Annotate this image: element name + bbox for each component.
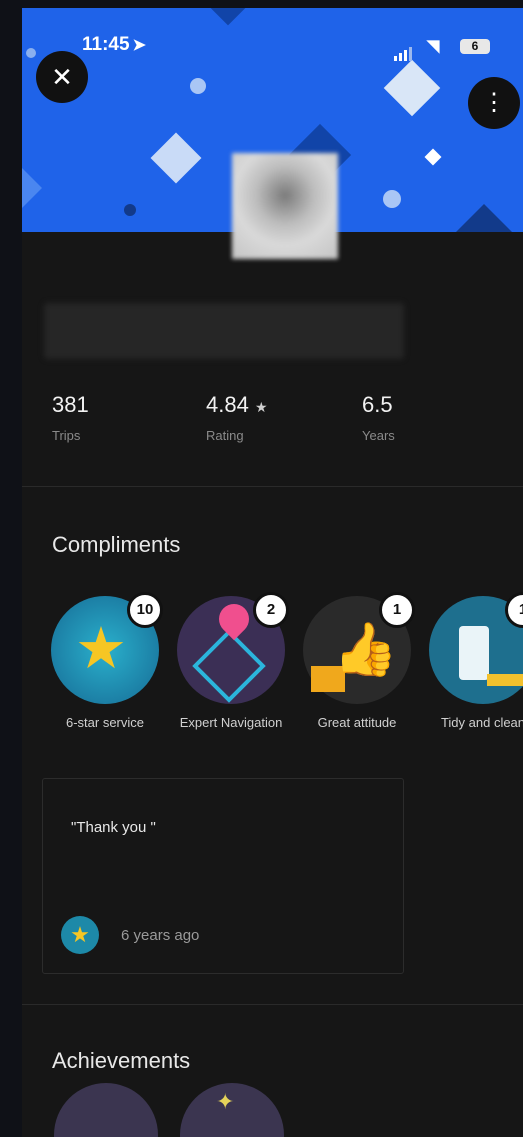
profile-screen: 11:45 ➤ ◥ 6 ✕ ⋮ 381 Trips 4.84 ★ Rating 6… xyxy=(22,8,523,1137)
more-vertical-icon: ⋮ xyxy=(482,89,506,116)
compliment-label: 6-star service xyxy=(65,715,145,730)
sparkle-icon: ✦ xyxy=(216,1089,235,1114)
divider xyxy=(22,486,523,487)
compliment-count: 2 xyxy=(253,592,289,628)
signal-icon xyxy=(394,39,414,61)
compliment-tidy-and-clean[interactable]: 1 Tidy and clean xyxy=(418,592,523,731)
close-button[interactable]: ✕ xyxy=(36,51,88,103)
decor-diamond xyxy=(209,8,247,26)
thumbs-up-icon: 👍 xyxy=(333,621,398,679)
route-diamond-icon xyxy=(192,629,266,703)
stat-trips: 381 Trips xyxy=(52,392,89,443)
wifi-icon: ◥ xyxy=(427,38,440,55)
driver-name-redacted xyxy=(44,303,404,359)
review-quote: "Thank you " xyxy=(71,819,156,836)
compliment-label: Tidy and clean xyxy=(440,715,523,730)
map-pin-icon xyxy=(212,597,256,641)
more-options-button[interactable]: ⋮ xyxy=(468,77,520,129)
status-time-text: 11:45 xyxy=(82,34,130,55)
decor-diamond xyxy=(424,148,442,166)
spray-bottle-icon xyxy=(459,626,489,680)
review-timestamp: 6 years ago xyxy=(121,927,200,944)
stat-value: 381 xyxy=(52,392,89,417)
spray-bottle-badge-icon: 1 xyxy=(429,592,523,704)
decor-dot xyxy=(124,204,136,216)
compliment-expert-navigation[interactable]: 2 Expert Navigation xyxy=(166,592,296,731)
compliment-label: Great attitude xyxy=(317,715,397,730)
divider xyxy=(22,1004,523,1005)
star-icon: ★ xyxy=(70,922,90,947)
compliment-great-attitude[interactable]: 👍 1 Great attitude xyxy=(292,592,422,731)
stat-label: Trips xyxy=(52,428,81,443)
thumbs-up-badge-icon: 👍 1 xyxy=(303,592,415,704)
compliment-6-star-service[interactable]: ★ 10 6-star service xyxy=(40,592,170,731)
driver-photo xyxy=(232,153,338,259)
decor-diamond xyxy=(383,59,441,117)
stat-rating: 4.84 ★ Rating xyxy=(206,392,268,443)
decor-triangle xyxy=(454,204,514,232)
stat-value: 4.84 xyxy=(206,392,249,417)
decor-triangle xyxy=(22,138,42,232)
status-bar: 11:45 ➤ ◥ 6 xyxy=(22,30,523,61)
star-icon: ★ xyxy=(75,616,127,681)
star-icon: ★ xyxy=(254,399,268,415)
achievement-badge-icon[interactable]: ✦ xyxy=(180,1083,284,1137)
compliment-count: 1 xyxy=(379,592,415,628)
compliment-count: 10 xyxy=(127,592,163,628)
compliment-count: 1 xyxy=(505,592,523,628)
stat-label: Rating xyxy=(206,428,244,443)
six-star-badge-icon: ★ 10 xyxy=(51,592,163,704)
sponge-icon xyxy=(487,674,523,686)
compliment-label: Expert Navigation xyxy=(179,715,283,730)
close-icon: ✕ xyxy=(51,62,73,92)
decor-diamond xyxy=(150,132,202,184)
stat-label: Years xyxy=(362,428,395,443)
decor-dot xyxy=(383,190,401,208)
location-arrow-icon: ➤ xyxy=(132,37,146,54)
compliments-title: Compliments xyxy=(52,532,181,557)
review-card[interactable]: "Thank you " ★ 6 years ago xyxy=(42,778,404,974)
navigation-badge-icon: 2 xyxy=(177,592,289,704)
achievement-badge-icon[interactable] xyxy=(54,1083,158,1137)
achievements-title: Achievements xyxy=(52,1048,191,1073)
status-time: 11:45 ➤ xyxy=(82,34,146,56)
stat-value: 6.5 xyxy=(362,392,393,417)
decor-dot xyxy=(190,78,206,94)
battery-icon: 6 xyxy=(460,39,490,54)
six-star-badge-icon: ★ xyxy=(61,916,99,954)
stat-years: 6.5 Years xyxy=(362,392,395,443)
